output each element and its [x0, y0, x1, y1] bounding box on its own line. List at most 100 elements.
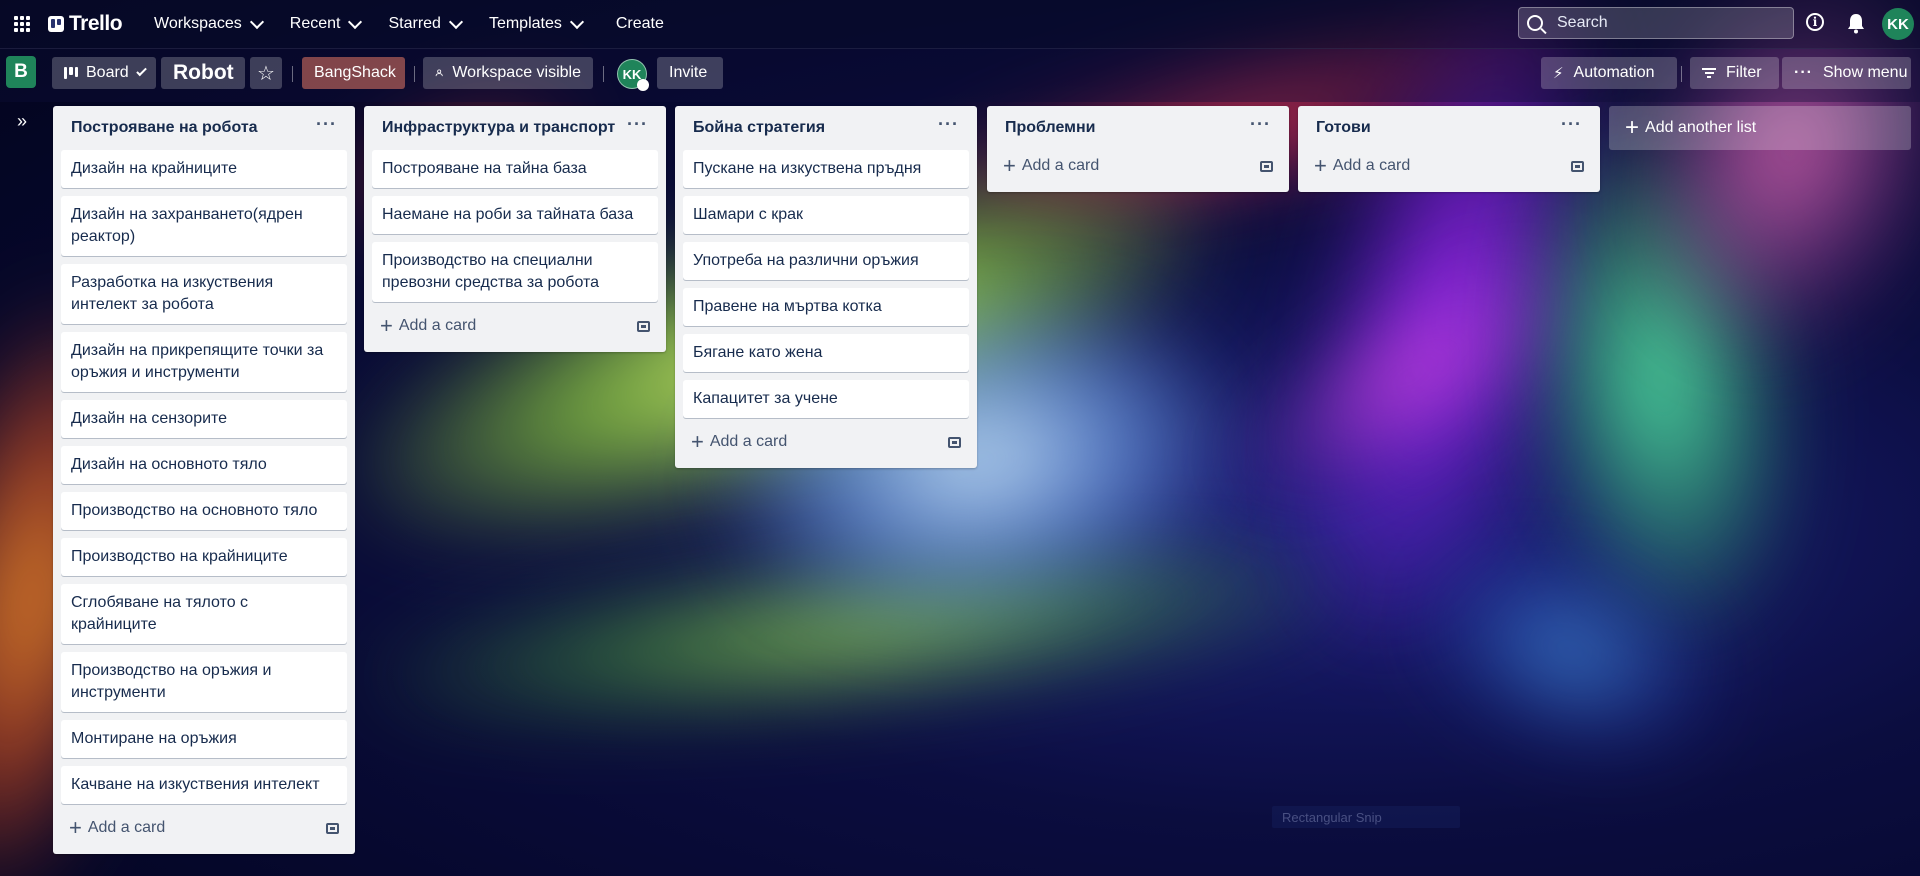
list-card[interactable]: Построяване на тайна база: [372, 150, 658, 188]
list-card[interactable]: Производство на оръжия и инструменти: [61, 652, 347, 712]
list-card[interactable]: Производство на специални превозни средс…: [372, 242, 658, 302]
chevron-down-icon: [448, 14, 464, 30]
top-navigation-bar: Trello Workspaces Recent Starred Templat…: [0, 0, 1920, 49]
list-card[interactable]: Капацитет за учене: [683, 380, 969, 418]
list-battle-strategy: Бойна стратегия ··· Пускане на изкуствен…: [675, 106, 977, 468]
show-menu-button[interactable]: ··· Show menu: [1782, 57, 1911, 89]
plus-icon: +: [691, 429, 704, 454]
trello-logo[interactable]: Trello: [48, 12, 123, 36]
create-button[interactable]: Create: [604, 8, 676, 40]
board-view-label: Board: [86, 64, 129, 81]
nav-recent-label: Recent: [289, 15, 341, 32]
user-avatar[interactable]: KK: [1882, 8, 1914, 40]
add-card-button[interactable]: + Add a card: [69, 817, 165, 839]
create-from-template-icon[interactable]: [326, 822, 339, 834]
bell-icon[interactable]: [1846, 12, 1866, 34]
list-title[interactable]: Инфраструктура и транспорт: [382, 119, 615, 137]
board-title-text: Robot: [173, 61, 234, 84]
list-card[interactable]: Дизайн на захранването(ядрен реактор): [61, 196, 347, 256]
list-menu-icon[interactable]: ···: [627, 114, 648, 135]
list-card[interactable]: Производство на крайниците: [61, 538, 347, 576]
add-card-button[interactable]: + Add a card: [691, 431, 787, 453]
add-card-button[interactable]: + Add a card: [1314, 155, 1410, 177]
list-done: Готови ··· + Add a card: [1298, 106, 1600, 192]
list-title[interactable]: Проблемни: [1005, 119, 1096, 137]
star-board-button[interactable]: ☆: [250, 57, 282, 89]
chevron-down-icon: [249, 14, 264, 30]
create-from-template-icon[interactable]: [1260, 160, 1273, 172]
list-card[interactable]: Разработка на изкуствения интелект за ро…: [61, 264, 347, 324]
add-card-label: Add a card: [1021, 157, 1100, 174]
create-from-template-icon[interactable]: [637, 320, 650, 332]
board-view-switcher[interactable]: Board: [52, 57, 156, 89]
filter-label: Filter: [1726, 64, 1762, 81]
add-card-row: + Add a card: [372, 310, 658, 342]
nav-workspaces-label: Workspaces: [154, 15, 242, 32]
list-card[interactable]: Дизайн на крайниците: [61, 150, 347, 188]
search-input[interactable]: [1555, 13, 1779, 33]
list-menu-icon[interactable]: ···: [1250, 114, 1271, 135]
add-card-button[interactable]: + Add a card: [380, 315, 476, 337]
list-header[interactable]: Проблемни ···: [995, 106, 1281, 150]
automation-button[interactable]: ⚡ Automation: [1541, 57, 1677, 89]
nav-templates-label: Templates: [488, 15, 562, 32]
list-header[interactable]: Готови ···: [1306, 106, 1592, 150]
add-card-label: Add a card: [398, 317, 477, 334]
nav-starred[interactable]: Starred: [376, 8, 472, 40]
member-avatar[interactable]: KK: [617, 59, 649, 91]
list-header[interactable]: Построяване на робота ···: [61, 106, 347, 150]
list-card[interactable]: Наемане на роби за тайната база: [372, 196, 658, 234]
list-card[interactable]: Дизайн на сензорите: [61, 400, 347, 438]
list-menu-icon[interactable]: ···: [1561, 114, 1582, 135]
plus-icon: +: [69, 815, 82, 840]
list-card[interactable]: Сглобяване на тялото с крайниците: [61, 584, 347, 644]
logo-text: Trello: [69, 12, 123, 35]
create-from-template-icon[interactable]: [948, 436, 961, 448]
plus-icon: +: [1003, 153, 1016, 178]
list-menu-icon[interactable]: ···: [938, 114, 959, 135]
list-header[interactable]: Бойна стратегия ···: [683, 106, 969, 150]
list-card[interactable]: Качване на изкуствения интелект: [61, 766, 347, 804]
nav-workspaces[interactable]: Workspaces: [142, 8, 274, 40]
chevron-down-icon: [348, 14, 363, 30]
list-card[interactable]: Употреба на различни оръжия: [683, 242, 969, 280]
list-card[interactable]: Правене на мъртва котка: [683, 288, 969, 326]
chevron-down-icon: [569, 14, 584, 30]
visibility-button[interactable]: Workspace visible: [423, 57, 593, 89]
chevron-down-icon: [135, 65, 147, 77]
list-card[interactable]: Дизайн на основното тяло: [61, 446, 347, 484]
workspace-button[interactable]: BangShack: [302, 57, 405, 89]
board-title[interactable]: Robot: [161, 57, 245, 89]
list-card[interactable]: Шамари с крак: [683, 196, 969, 234]
list-title[interactable]: Готови: [1316, 119, 1371, 137]
trello-logo-icon: [48, 16, 64, 32]
search-box[interactable]: [1518, 7, 1794, 39]
plus-icon: +: [1625, 114, 1640, 141]
list-card[interactable]: Бягане като жена: [683, 334, 969, 372]
invite-button[interactable]: Invite: [657, 57, 723, 89]
plus-icon: +: [1314, 153, 1327, 178]
list-title[interactable]: Бойна стратегия: [693, 119, 825, 137]
app-switcher-icon[interactable]: [6, 8, 38, 40]
list-menu-icon[interactable]: ···: [316, 114, 337, 135]
nav-templates[interactable]: Templates: [477, 8, 594, 40]
more-icon: ···: [1794, 64, 1813, 81]
board-header: B Board Robot ☆ BangShack Workspace visi…: [0, 48, 1920, 102]
info-icon[interactable]: i: [1806, 13, 1824, 31]
expand-sidebar-icon[interactable]: »: [10, 110, 34, 132]
create-from-template-icon[interactable]: [1571, 160, 1584, 172]
list-card[interactable]: Дизайн на прикрепящите точки за оръжия и…: [61, 332, 347, 392]
add-card-button[interactable]: + Add a card: [1003, 155, 1099, 177]
show-menu-label: Show menu: [1822, 64, 1908, 81]
list-header[interactable]: Инфраструктура и транспорт ···: [372, 106, 658, 150]
list-card[interactable]: Пускане на изкуствена пръдня: [683, 150, 969, 188]
list-card[interactable]: Монтиране на оръжия: [61, 720, 347, 758]
add-another-list-button[interactable]: + Add another list: [1609, 106, 1911, 150]
filter-button[interactable]: Filter: [1690, 57, 1779, 89]
visibility-label: Workspace visible: [452, 64, 581, 81]
nav-recent[interactable]: Recent: [278, 8, 373, 40]
list-title[interactable]: Построяване на робота: [71, 119, 258, 137]
filter-icon: [1702, 68, 1716, 78]
list-card[interactable]: Производство на основното тяло: [61, 492, 347, 530]
workspace-tile[interactable]: B: [6, 56, 36, 88]
